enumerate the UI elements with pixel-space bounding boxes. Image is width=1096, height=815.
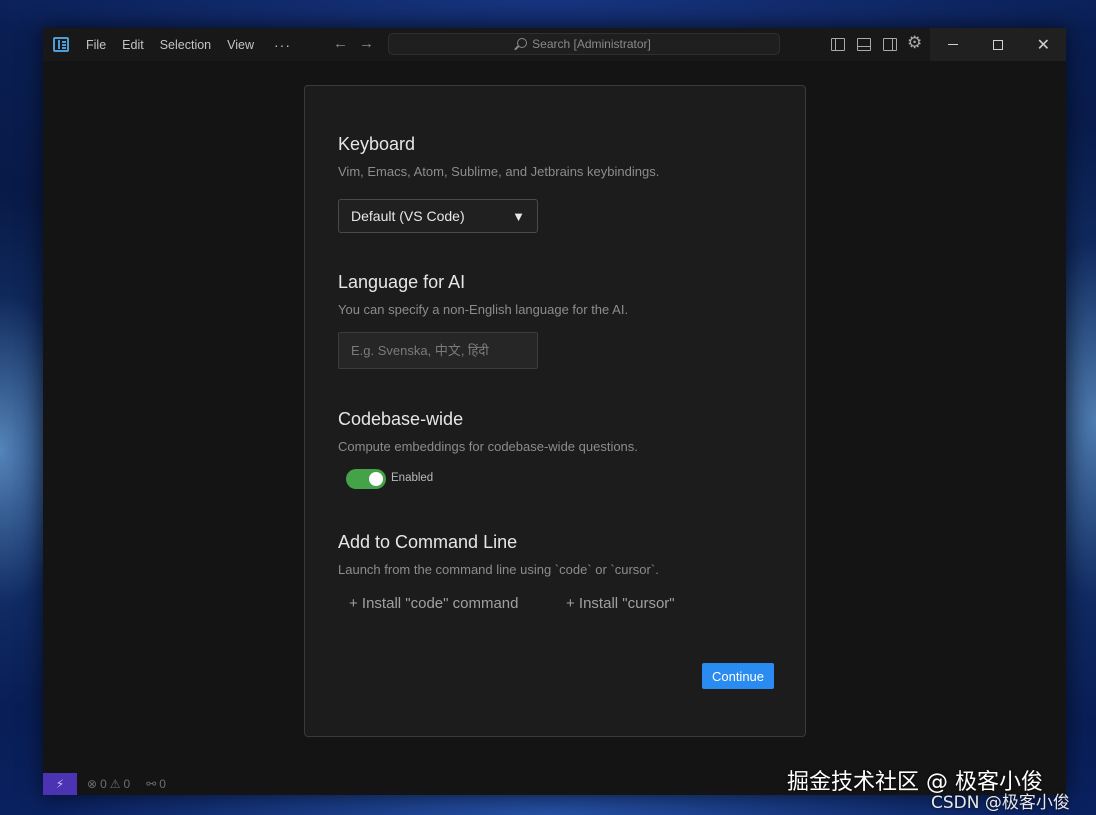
warning-count: 0 [123, 777, 131, 791]
caret-down-icon: ▼ [512, 208, 525, 224]
arrow-right-icon[interactable]: → [359, 35, 374, 52]
arrow-left-icon[interactable]: ← [333, 35, 348, 52]
ports-count: 0 [159, 777, 166, 791]
toggle-secondary-sidebar-icon[interactable] [883, 38, 897, 51]
search-label: Search [Administrator] [532, 37, 651, 51]
menu-bar: File Edit Selection View ··· [86, 28, 291, 61]
remote-button[interactable]: ⚡ [43, 773, 77, 795]
keyboard-title: Keyboard [338, 134, 416, 154]
problems-indicator[interactable]: ⊗ 0 ⚠ 0 [87, 777, 130, 791]
command-line-title: Add to Command Line [338, 532, 518, 552]
warning-icon: ⚠ [109, 777, 121, 791]
language-title: Language for AI [338, 272, 466, 292]
language-description: You can specify a non-English language f… [338, 302, 629, 317]
remote-icon: ⚡ [55, 777, 65, 791]
title-bar: File Edit Selection View ··· ← → Search … [43, 28, 1066, 61]
keybinding-selected-value: Default (VS Code) [351, 208, 465, 224]
codebase-description: Compute embeddings for codebase-wide que… [338, 439, 638, 454]
keyboard-description: Vim, Emacs, Atom, Sublime, and Jetbrains… [338, 164, 660, 179]
ai-language-input[interactable] [338, 332, 538, 369]
close-icon: ✕ [1036, 36, 1051, 54]
error-count: 0 [100, 777, 107, 791]
close-button[interactable]: ✕ [1021, 28, 1066, 61]
gear-icon[interactable]: ⚙ [907, 33, 922, 53]
codebase-title: Codebase-wide [338, 409, 464, 429]
maximize-icon [992, 39, 1003, 50]
toggle-knob [369, 472, 383, 486]
app-logo-icon [53, 37, 69, 52]
command-line-description: Launch from the command line using `code… [338, 562, 659, 577]
keybinding-select[interactable]: Default (VS Code) ▼ [338, 199, 538, 233]
window-controls: ✕ [930, 28, 1066, 61]
toggle-primary-sidebar-icon[interactable] [831, 38, 845, 51]
minimize-icon [947, 44, 958, 45]
settings-dialog: Keyboard Vim, Emacs, Atom, Sublime, and … [304, 85, 806, 737]
more-menu-button[interactable]: ··· [274, 37, 291, 53]
toggle-label: Enabled [391, 472, 434, 484]
menu-edit[interactable]: Edit [122, 38, 144, 52]
codebase-toggle[interactable] [346, 469, 386, 489]
continue-button[interactable]: Continue [702, 663, 774, 689]
search-icon [517, 38, 528, 48]
install-cursor-command-button[interactable]: + Install "cursor" [566, 595, 675, 612]
maximize-button[interactable] [975, 28, 1020, 61]
menu-selection[interactable]: Selection [160, 38, 211, 52]
menu-view[interactable]: View [227, 38, 254, 52]
minimize-button[interactable] [930, 28, 975, 61]
watermark-csdn: CSDN @极客小俊 [931, 793, 1070, 813]
ports-indicator[interactable]: ⚯ 0 [146, 777, 166, 791]
menu-file[interactable]: File [86, 38, 106, 52]
error-icon: ⊗ [87, 777, 98, 791]
ports-icon: ⚯ [146, 777, 157, 791]
command-center-search[interactable]: Search [Administrator] [388, 33, 780, 55]
toggle-panel-icon[interactable] [857, 38, 871, 51]
install-code-command-button[interactable]: + Install "code" command [349, 595, 518, 612]
